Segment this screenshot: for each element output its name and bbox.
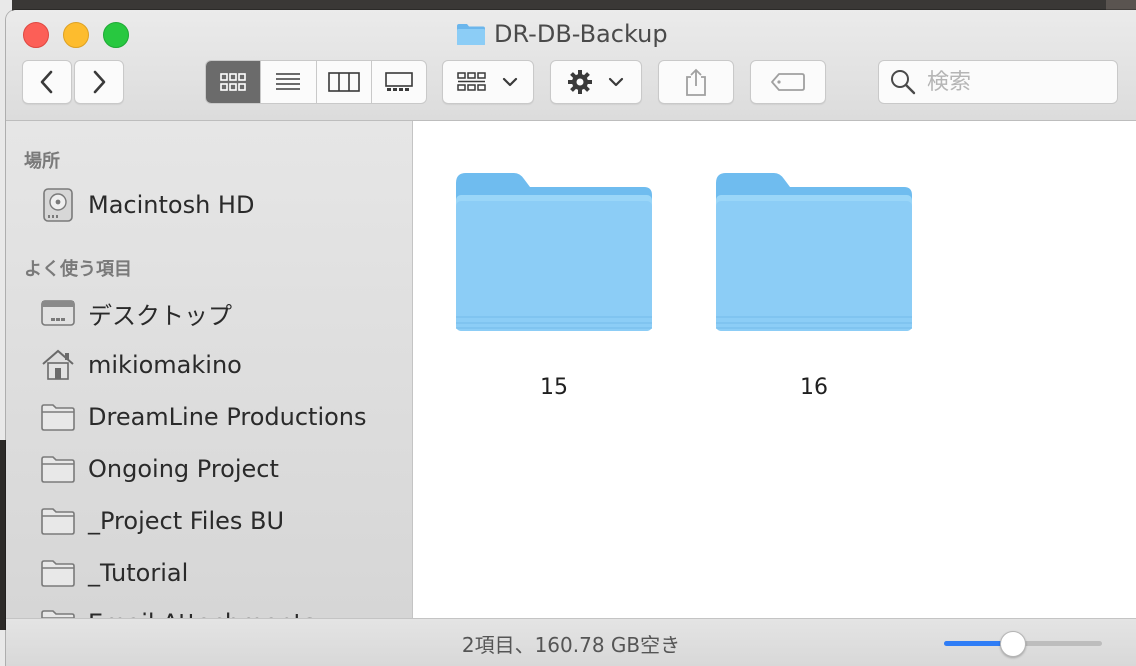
- back-button[interactable]: [22, 60, 72, 104]
- search-field[interactable]: [878, 60, 1118, 104]
- folder-icon: [40, 607, 76, 618]
- list-view-button[interactable]: [261, 61, 317, 103]
- status-bar: 2項目、160.78 GB空き: [6, 618, 1136, 666]
- share-button[interactable]: [658, 60, 734, 104]
- icon-grid-icon: [220, 73, 246, 91]
- folder-icon: [40, 401, 76, 433]
- sidebar-item-label: デスクトップ: [88, 301, 232, 330]
- folder-item-16[interactable]: [712, 169, 916, 344]
- view-mode-segmented-control: [205, 60, 427, 104]
- chevron-down-icon: [608, 77, 624, 87]
- folder-item-15[interactable]: [452, 169, 656, 344]
- gallery-view-button[interactable]: [372, 61, 426, 103]
- sidebar-item-ongoing-project[interactable]: Ongoing Project: [40, 449, 400, 489]
- sidebar-item-tutorial[interactable]: _Tutorial: [40, 553, 400, 593]
- icon-view-button[interactable]: [206, 61, 262, 103]
- sidebar-item-dreamline-productions[interactable]: DreamLine Productions: [40, 397, 400, 437]
- sidebar-item-macintosh-hd[interactable]: Macintosh HD: [40, 185, 400, 225]
- file-browser-content: 15 16: [413, 121, 1136, 618]
- action-menu-button[interactable]: [550, 60, 642, 104]
- close-window-button[interactable]: [23, 22, 49, 48]
- sidebar: 場所 Macintosh HD よく使う項目 デスクトップ mikiomakin…: [6, 121, 413, 618]
- folder-icon: [40, 557, 76, 589]
- chevron-right-icon: [93, 70, 106, 94]
- gallery-icon: [385, 72, 413, 91]
- window-title-text: DR-DB-Backup: [494, 20, 668, 48]
- folder-icon: [457, 24, 485, 45]
- edit-tags-button[interactable]: [750, 60, 826, 104]
- list-icon: [276, 73, 301, 90]
- forward-button[interactable]: [74, 60, 124, 104]
- desktop-icon: [40, 297, 76, 329]
- sidebar-item-label: Macintosh HD: [88, 191, 255, 219]
- search-icon: [891, 70, 916, 95]
- sidebar-item-label: Ongoing Project: [88, 455, 279, 483]
- sidebar-item-email-attachments[interactable]: Email Attachments: [40, 603, 400, 618]
- toolbar: DR-DB-Backup: [6, 10, 1136, 121]
- folder-icon: [40, 453, 76, 485]
- sidebar-item-label: _Project Files BU: [88, 507, 285, 535]
- sidebar-item-label: mikiomakino: [88, 351, 242, 379]
- window-title: DR-DB-Backup: [456, 19, 668, 49]
- hard-drive-icon: [40, 188, 76, 222]
- icon-size-slider[interactable]: [944, 631, 1102, 657]
- sidebar-item-project-files-bu[interactable]: _Project Files BU: [40, 501, 400, 541]
- home-icon: [40, 349, 76, 381]
- search-input[interactable]: [925, 68, 1109, 96]
- folder-icon: [456, 173, 652, 331]
- sidebar-item-label: _Tutorial: [88, 559, 189, 587]
- slider-knob[interactable]: [1000, 631, 1026, 657]
- group-grid-icon: [457, 72, 486, 91]
- folder-icon: [40, 505, 76, 537]
- sidebar-item-desktop[interactable]: デスクトップ: [40, 293, 400, 333]
- column-view-button[interactable]: [317, 61, 372, 103]
- finder-window: DR-DB-Backup 検索 場所 Macintosh HD よく使う項目 デ…: [6, 10, 1136, 666]
- minimize-window-button[interactable]: [63, 22, 89, 48]
- sidebar-item-label: DreamLine Productions: [88, 403, 367, 431]
- sidebar-section-favorites: よく使う項目: [24, 259, 132, 280]
- columns-icon: [327, 72, 360, 92]
- group-by-button[interactable]: [442, 60, 534, 104]
- chevron-left-icon: [40, 70, 53, 94]
- sidebar-section-locations: 場所: [24, 151, 60, 172]
- folder-name: 16: [800, 375, 828, 400]
- chevron-down-icon: [502, 77, 518, 87]
- zoom-window-button[interactable]: [103, 22, 129, 48]
- share-icon: [686, 68, 706, 96]
- folder-name: 15: [540, 375, 568, 400]
- sidebar-item-label: Email Attachments: [88, 609, 315, 618]
- sidebar-item-home[interactable]: mikiomakino: [40, 345, 400, 385]
- tag-icon: [771, 73, 805, 91]
- folder-icon: [716, 173, 912, 331]
- gear-icon: [568, 70, 592, 94]
